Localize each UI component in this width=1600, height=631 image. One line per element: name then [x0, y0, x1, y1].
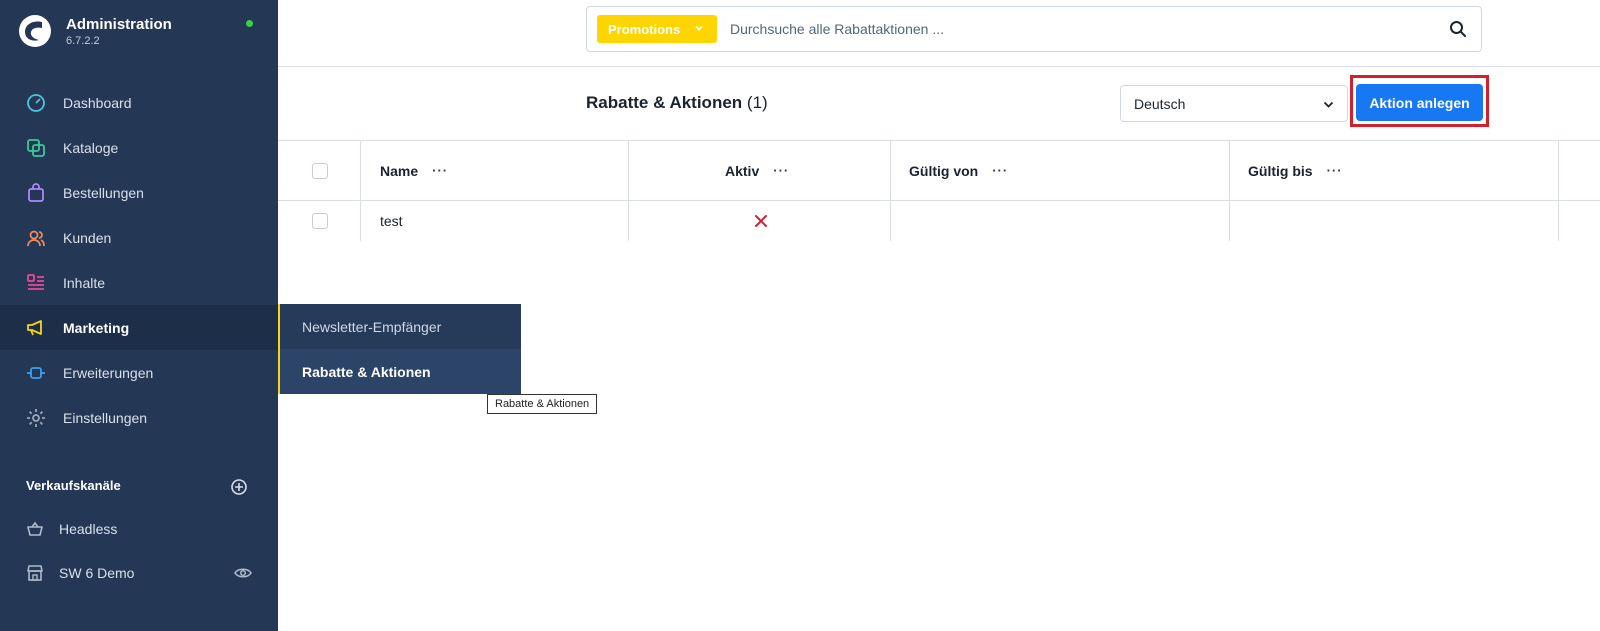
storefront-icon — [25, 563, 45, 583]
column-header-valid-to[interactable]: Gültig bis ··· — [1248, 141, 1343, 200]
column-divider — [1229, 201, 1230, 241]
online-status-dot — [246, 20, 253, 27]
search-type-label: Promotions — [608, 21, 681, 37]
column-divider — [360, 201, 361, 241]
row-checkbox-cell — [312, 201, 328, 241]
nav-label: Kunden — [63, 229, 112, 246]
nav-label: Marketing — [63, 319, 130, 336]
column-header-label: Name — [380, 162, 419, 179]
select-all-checkbox[interactable] — [312, 162, 328, 179]
column-divider — [890, 201, 891, 241]
column-divider — [628, 201, 629, 241]
add-sales-channel-icon[interactable] — [230, 478, 248, 496]
column-divider — [890, 141, 891, 201]
column-divider — [360, 141, 361, 201]
chevron-down-icon — [1323, 101, 1334, 108]
nav-item-bestellungen[interactable]: Bestellungen — [0, 170, 278, 215]
search-icon[interactable] — [1449, 20, 1467, 38]
marketing-flyout-menu: Newsletter-Empfänger Rabatte & Aktionen — [278, 304, 521, 394]
top-bar: Promotions — [278, 0, 1600, 67]
sales-channel-label: Headless — [59, 521, 118, 537]
global-search: Promotions — [586, 6, 1482, 52]
nav-label: Dashboard — [63, 94, 132, 111]
sidebar: Administration 6.7.2.2 Dashboard Katalog… — [0, 0, 278, 631]
page-title-text: Rabatte & Aktionen — [586, 93, 743, 112]
cell-active — [753, 201, 769, 241]
nav-item-kunden[interactable]: Kunden — [0, 215, 278, 260]
chevron-down-icon — [695, 25, 703, 31]
customers-icon — [25, 227, 47, 249]
main-nav: Dashboard Kataloge Bestellungen Kunden I… — [0, 80, 278, 440]
column-divider — [1558, 201, 1559, 241]
sales-channel-label: SW 6 Demo — [59, 565, 135, 581]
flyout-item-promotions[interactable]: Rabatte & Aktionen — [278, 349, 521, 394]
column-divider — [1558, 141, 1559, 201]
nav-label: Bestellungen — [63, 184, 144, 201]
nav-label: Erweiterungen — [63, 364, 154, 381]
page-title-count: (1) — [746, 93, 768, 112]
column-header-name[interactable]: Name ··· — [380, 141, 448, 200]
sales-channel-headless[interactable]: Headless — [0, 507, 278, 551]
search-input[interactable] — [730, 17, 1410, 41]
shopware-logo-icon — [19, 15, 51, 47]
tooltip: Rabatte & Aktionen — [487, 394, 598, 414]
page-title: Rabatte & Aktionen (1) — [586, 93, 768, 113]
sales-channel-sw6-demo[interactable]: SW 6 Demo — [0, 551, 278, 595]
column-header-active[interactable]: Aktiv ··· — [725, 141, 789, 200]
language-select[interactable]: Deutsch — [1120, 85, 1348, 122]
column-menu-icon[interactable]: ··· — [1327, 163, 1343, 178]
dashboard-icon — [25, 92, 47, 114]
create-promotion-button[interactable]: Aktion anlegen — [1356, 84, 1483, 121]
promotions-grid: Name ··· Aktiv ··· Gültig von ··· Gültig… — [278, 141, 1600, 241]
marketing-icon — [25, 317, 47, 339]
nav-item-kataloge[interactable]: Kataloge — [0, 125, 278, 170]
nav-item-einstellungen[interactable]: Einstellungen — [0, 395, 278, 440]
nav-item-erweiterungen[interactable]: Erweiterungen — [0, 350, 278, 395]
column-menu-icon[interactable]: ··· — [432, 163, 448, 178]
orders-icon — [25, 182, 47, 204]
sales-channels-title: Verkaufskanäle — [26, 478, 121, 493]
nav-item-inhalte[interactable]: Inhalte — [0, 260, 278, 305]
table-row[interactable]: test — [278, 201, 1600, 241]
select-all-checkbox-cell — [312, 141, 328, 200]
nav-label: Inhalte — [63, 274, 106, 291]
row-checkbox[interactable] — [312, 213, 328, 229]
page-header: Rabatte & Aktionen (1) Deutsch Aktion an… — [278, 67, 1600, 141]
inactive-x-icon — [755, 215, 767, 227]
column-header-valid-from[interactable]: Gültig von ··· — [909, 141, 1008, 200]
catalog-icon — [25, 137, 47, 159]
flyout-item-newsletter[interactable]: Newsletter-Empfänger — [278, 304, 521, 349]
search-type-dropdown[interactable]: Promotions — [597, 15, 717, 43]
nav-item-marketing[interactable]: Marketing — [0, 305, 278, 350]
settings-icon — [25, 407, 47, 429]
brand[interactable]: Administration 6.7.2.2 — [18, 14, 268, 50]
column-menu-icon[interactable]: ··· — [773, 163, 789, 178]
grid-header-row: Name ··· Aktiv ··· Gültig von ··· Gültig… — [278, 141, 1600, 201]
column-header-label: Gültig bis — [1248, 162, 1313, 179]
cell-name[interactable]: test — [380, 201, 403, 241]
column-header-label: Aktiv — [725, 162, 760, 179]
eye-icon[interactable] — [234, 564, 252, 582]
column-menu-icon[interactable]: ··· — [992, 163, 1008, 178]
basket-icon — [25, 519, 45, 539]
app-version: 6.7.2.2 — [66, 35, 100, 47]
column-divider — [628, 141, 629, 201]
column-header-label: Gültig von — [909, 162, 979, 179]
nav-item-dashboard[interactable]: Dashboard — [0, 80, 278, 125]
extensions-icon — [25, 362, 47, 384]
column-divider — [1229, 141, 1230, 201]
app-title: Administration — [66, 16, 172, 33]
nav-label: Einstellungen — [63, 409, 148, 426]
language-select-value: Deutsch — [1134, 95, 1186, 112]
nav-label: Kataloge — [63, 139, 119, 156]
content-icon — [25, 272, 47, 294]
